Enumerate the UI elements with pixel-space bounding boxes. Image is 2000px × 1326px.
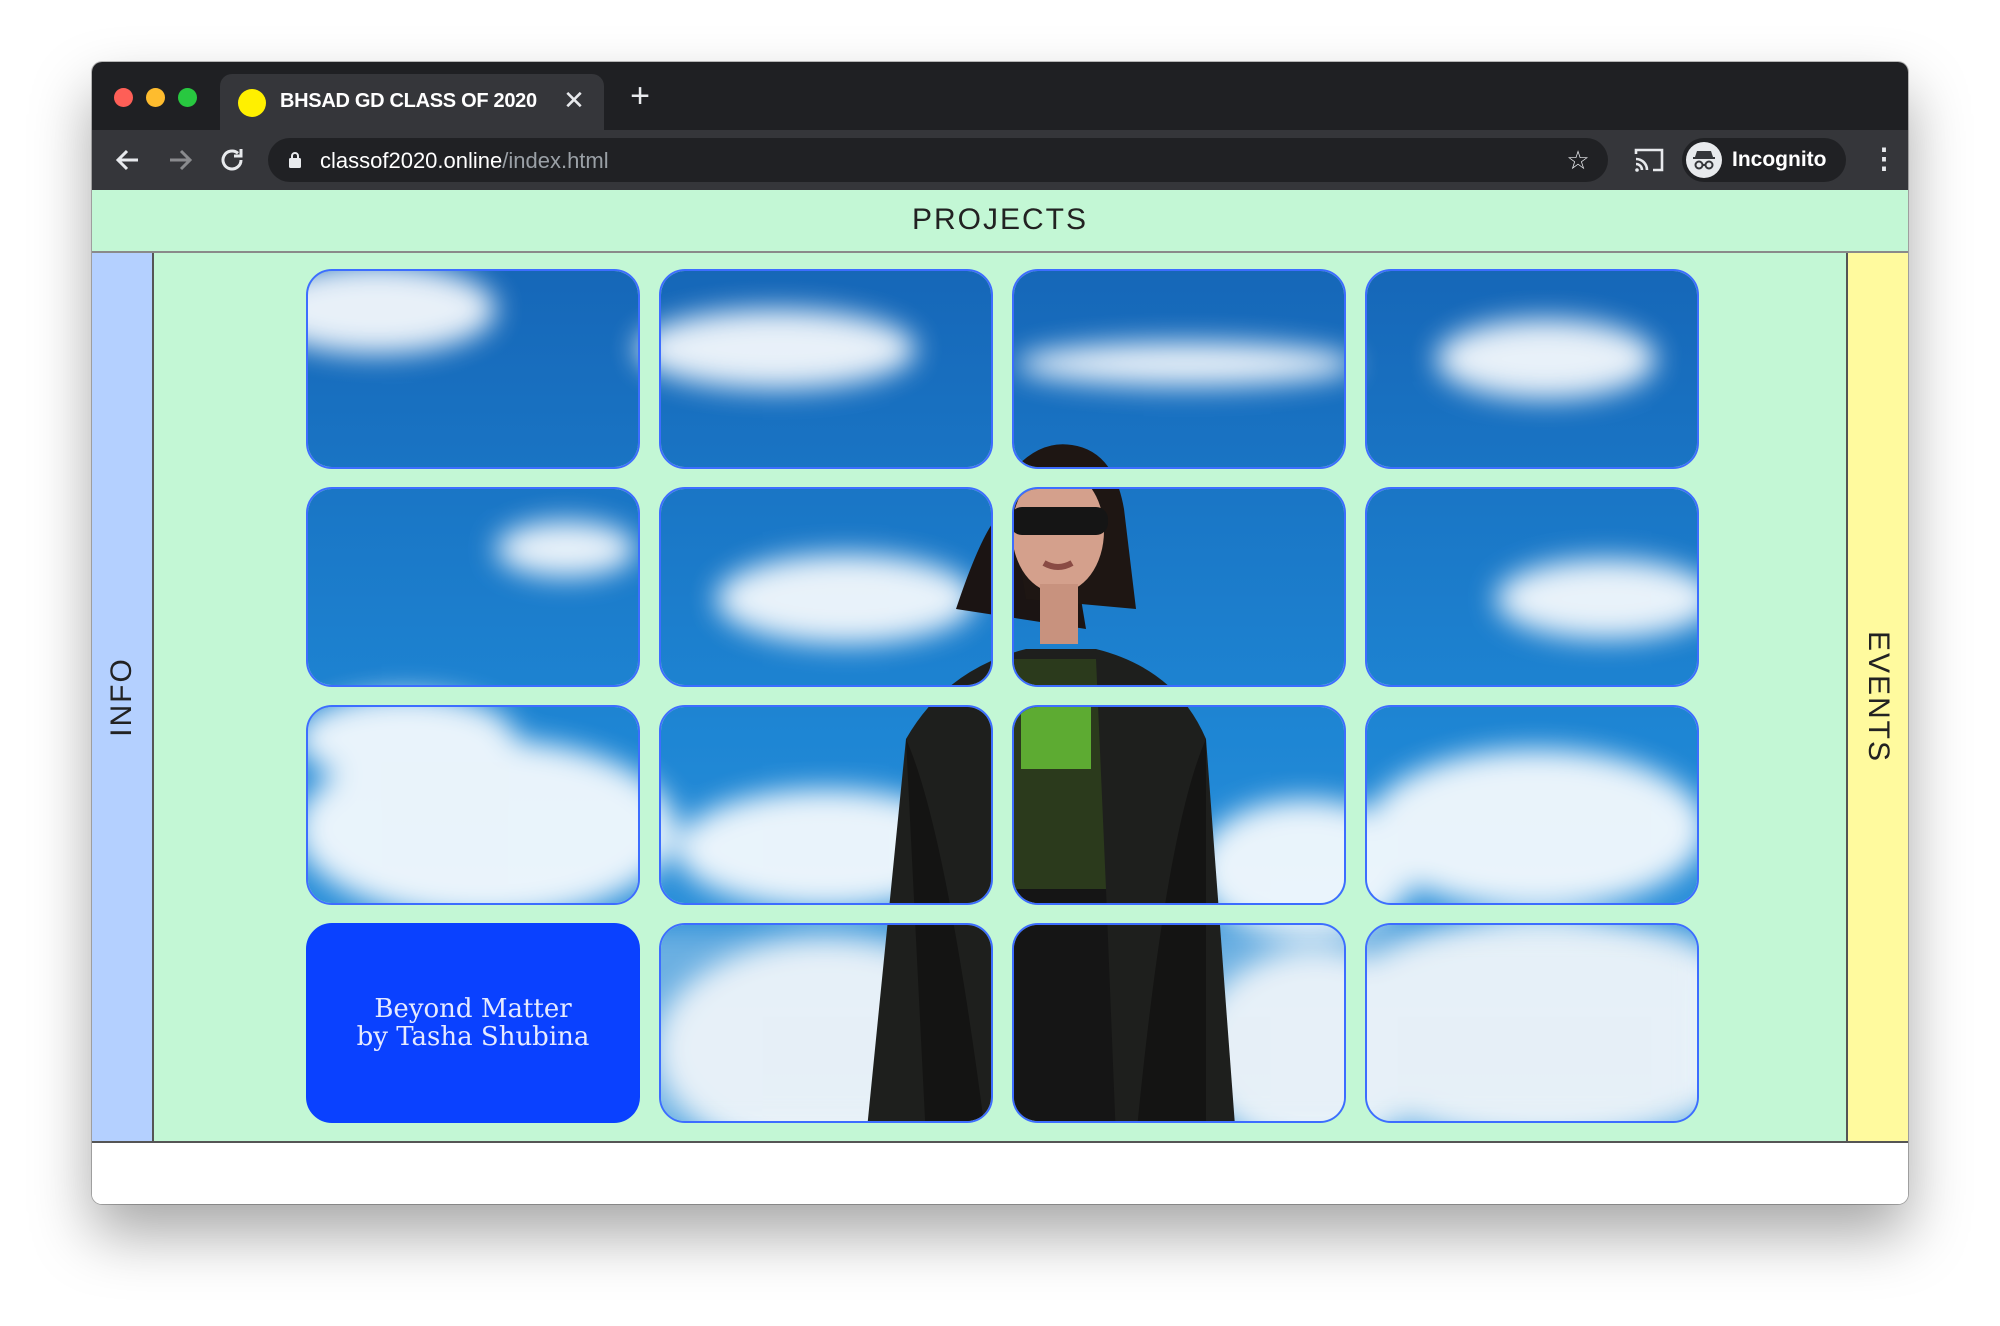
featured-project-tile[interactable]: Beyond Matter by Tasha Shubina bbox=[306, 923, 640, 1123]
sky-photo-slice bbox=[1014, 489, 1344, 685]
incognito-profile-button[interactable]: Incognito bbox=[1682, 138, 1846, 182]
page-bottom-strip bbox=[92, 1141, 1908, 1204]
zoom-window-button[interactable] bbox=[178, 88, 197, 107]
project-tile[interactable] bbox=[306, 487, 640, 687]
info-nav-button[interactable]: INFO bbox=[92, 253, 154, 1141]
sky-photo-slice bbox=[1367, 707, 1697, 903]
sky-photo-slice bbox=[661, 489, 991, 685]
sky-photo-slice bbox=[308, 707, 638, 903]
project-tile[interactable] bbox=[659, 269, 993, 469]
sky-photo-slice bbox=[1367, 489, 1697, 685]
sky-photo-slice bbox=[308, 271, 638, 467]
bookmark-star-icon[interactable]: ☆ bbox=[1562, 144, 1594, 176]
featured-project-caption: Beyond Matter by Tasha Shubina bbox=[308, 925, 638, 1121]
minimize-window-button[interactable] bbox=[146, 88, 165, 107]
info-label: INFO bbox=[105, 657, 138, 737]
project-tile[interactable] bbox=[1012, 923, 1346, 1123]
project-tile[interactable] bbox=[659, 487, 993, 687]
back-arrow-icon[interactable] bbox=[110, 142, 146, 178]
events-label: EVENTS bbox=[1862, 630, 1895, 764]
browser-window: BHSAD GD CLASS OF 2020 ✕ + classof2020.o… bbox=[92, 62, 1908, 1204]
projects-nav-button[interactable]: PROJECTS bbox=[92, 190, 1908, 253]
url-host: classof2020.online bbox=[320, 148, 503, 173]
lock-icon bbox=[289, 152, 301, 168]
project-grid: Beyond Matter by Tasha Shubina bbox=[306, 269, 1699, 1125]
yellow-circle-icon bbox=[238, 89, 266, 117]
sky-photo-slice bbox=[1014, 707, 1344, 903]
sky-photo-slice bbox=[1014, 271, 1344, 467]
sky-photo-slice bbox=[1367, 271, 1697, 467]
new-tab-button[interactable]: + bbox=[622, 78, 658, 114]
forward-arrow-icon[interactable] bbox=[162, 142, 198, 178]
project-tile[interactable] bbox=[1365, 705, 1699, 905]
incognito-label: Incognito bbox=[1732, 148, 1827, 171]
browser-toolbar: classof2020.online/index.html ☆ Incognit… bbox=[92, 130, 1908, 190]
featured-project-author: by Tasha Shubina bbox=[356, 1022, 590, 1052]
featured-project-title: Beyond Matter bbox=[374, 994, 572, 1024]
close-window-button[interactable] bbox=[114, 88, 133, 107]
project-tile[interactable] bbox=[1012, 705, 1346, 905]
project-tile[interactable] bbox=[1012, 487, 1346, 687]
sky-photo-slice bbox=[661, 271, 991, 467]
tab-bar: BHSAD GD CLASS OF 2020 ✕ + bbox=[92, 62, 1908, 130]
project-tile[interactable] bbox=[306, 705, 640, 905]
incognito-icon bbox=[1686, 142, 1722, 178]
project-tile[interactable] bbox=[1365, 923, 1699, 1123]
sky-photo-slice bbox=[1014, 925, 1344, 1121]
address-bar[interactable]: classof2020.online/index.html ☆ bbox=[268, 138, 1608, 182]
projects-area: Beyond Matter by Tasha Shubina bbox=[154, 253, 1846, 1141]
project-tile[interactable] bbox=[306, 269, 640, 469]
sky-photo-slice bbox=[308, 489, 638, 685]
tab-title: BHSAD GD CLASS OF 2020 bbox=[280, 90, 537, 112]
tab-active[interactable]: BHSAD GD CLASS OF 2020 ✕ bbox=[220, 74, 604, 130]
events-nav-button[interactable]: EVENTS bbox=[1846, 253, 1908, 1141]
sky-photo-slice bbox=[661, 925, 991, 1121]
project-tile[interactable] bbox=[1012, 269, 1346, 469]
project-tile[interactable] bbox=[1365, 487, 1699, 687]
kebab-menu-icon[interactable]: ⋮ bbox=[1870, 142, 1898, 178]
url-text: classof2020.online/index.html bbox=[320, 148, 609, 174]
project-tile[interactable] bbox=[1365, 269, 1699, 469]
project-tile[interactable] bbox=[659, 705, 993, 905]
reload-icon[interactable] bbox=[214, 142, 250, 178]
cast-icon[interactable] bbox=[1632, 144, 1666, 176]
close-icon[interactable]: ✕ bbox=[558, 84, 590, 116]
page-viewport: PROJECTS INFO Beyond Matter by Tasha Shu… bbox=[92, 190, 1908, 1204]
url-path: /index.html bbox=[502, 148, 609, 173]
project-tile[interactable] bbox=[659, 923, 993, 1123]
sky-photo-slice bbox=[1367, 925, 1697, 1121]
sky-photo-slice bbox=[661, 707, 991, 903]
